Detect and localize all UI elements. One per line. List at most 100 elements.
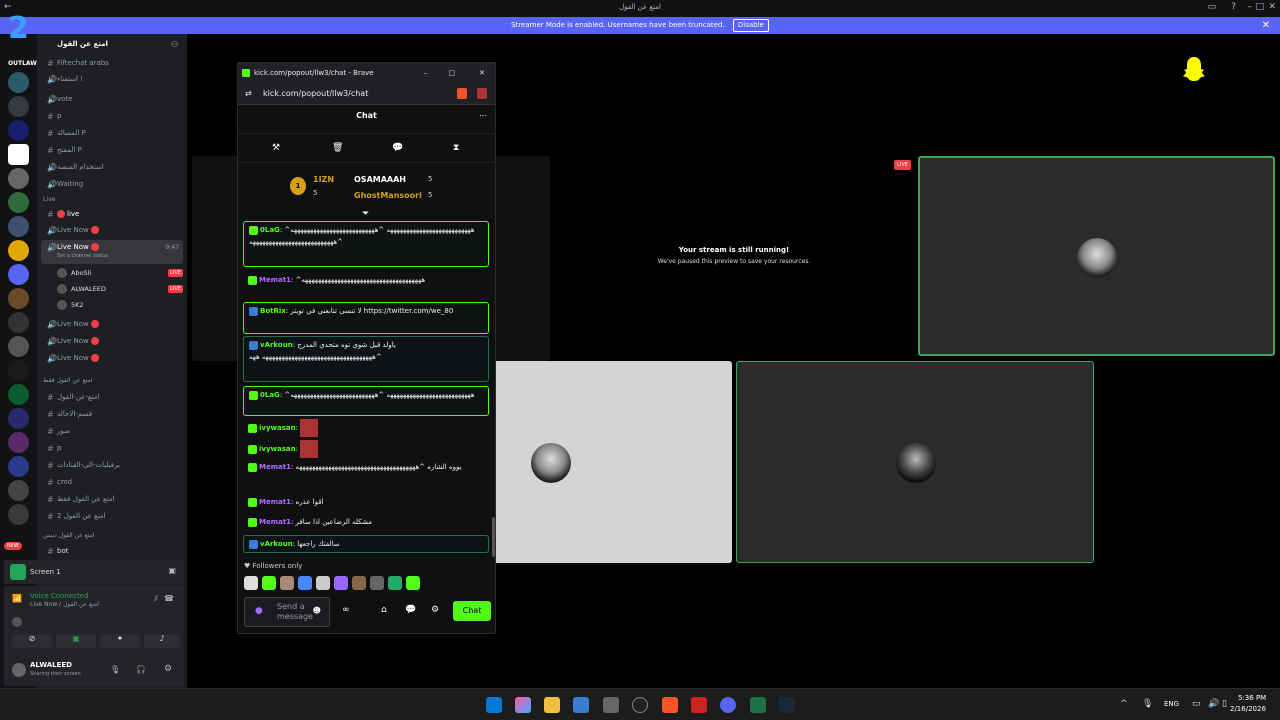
leader-name[interactable]: 1IZN	[313, 175, 334, 184]
leader-name[interactable]: OSAMAAAH	[354, 175, 406, 184]
server-icon[interactable]	[8, 120, 29, 141]
channel-item[interactable]: 🔊 استفتاء !	[41, 72, 183, 87]
brave-rewards-icon[interactable]	[477, 88, 487, 99]
server-icon[interactable]	[8, 288, 29, 309]
emote[interactable]	[298, 576, 312, 590]
channel-bot[interactable]: # bot	[41, 544, 183, 559]
voice-user[interactable]: ALWALEED LIVE	[57, 281, 183, 297]
mod-hammer-icon[interactable]: ⚒	[272, 143, 280, 153]
chat-message[interactable]: Memat1: اقوا عذره	[243, 494, 489, 510]
server-icon[interactable]	[8, 168, 29, 189]
chat-username[interactable]: ivywasan	[259, 445, 296, 453]
settings-gear-icon[interactable]: ⚙	[431, 605, 439, 615]
emote[interactable]	[370, 576, 384, 590]
server-icon[interactable]	[8, 408, 29, 429]
chat-message[interactable]: Memat1: يووه الشاره ^ههههههههههههههههههه…	[243, 459, 489, 489]
emote[interactable]	[406, 576, 420, 590]
server-icon[interactable]	[8, 456, 29, 477]
start-icon[interactable]	[486, 697, 502, 713]
camera-button[interactable]: ⊘	[12, 634, 52, 648]
chat-username[interactable]: Memat1	[259, 518, 291, 526]
server-icon[interactable]	[8, 336, 29, 357]
live-category[interactable]: Live	[43, 196, 55, 203]
user-tile[interactable]	[736, 361, 1094, 563]
headphones-icon[interactable]: 🎧	[136, 665, 146, 674]
server-icon[interactable]	[8, 192, 29, 213]
mic-icon[interactable]: 🎙	[1142, 699, 1153, 709]
obs-icon[interactable]	[632, 697, 648, 713]
discord-icon[interactable]	[720, 697, 736, 713]
chat-bubble-icon[interactable]: 💬	[392, 143, 403, 153]
minimize-icon[interactable]: –	[424, 63, 428, 83]
chat-username[interactable]: Memat1	[259, 276, 291, 284]
channel-item[interactable]: # امتع عن القول 2	[41, 509, 183, 524]
clock-time[interactable]: 5:36 PM	[1238, 694, 1266, 702]
channel-item[interactable]: # المسالة P	[41, 126, 183, 141]
emote[interactable]	[352, 576, 366, 590]
server-icon[interactable]	[8, 312, 29, 333]
channel-live-text[interactable]: # live	[41, 207, 183, 222]
category[interactable]: امتع عن القول ديبس	[43, 532, 95, 539]
server-icon[interactable]	[8, 384, 29, 405]
display-icon[interactable]: ▭	[1192, 699, 1201, 709]
channel-item[interactable]: # صور	[41, 424, 183, 439]
chat-message[interactable]: Memat1: ^ههههههههههههههههههههههههههههههه…	[243, 272, 489, 288]
brave-icon[interactable]	[662, 697, 678, 713]
language-indicator[interactable]: ENG	[1164, 700, 1179, 708]
excel-icon[interactable]	[750, 697, 766, 713]
emote[interactable]	[300, 419, 319, 437]
timer-icon[interactable]: ⧗	[453, 143, 459, 153]
close-icon[interactable]: ✕	[479, 63, 485, 83]
chat-message[interactable]: ivywasan:	[243, 417, 489, 439]
category[interactable]: امتع عن القول فقط	[43, 377, 92, 384]
add-member-icon[interactable]: ⚇	[171, 40, 178, 49]
inbox-icon[interactable]: ▭	[1207, 2, 1216, 12]
channel-item[interactable]: # cmd	[41, 475, 183, 490]
channel-item[interactable]: # امتع عن القول فقط	[41, 492, 183, 507]
chat-message[interactable]: vArkoun: سالفتك راجعها	[243, 535, 489, 553]
brave-shields-icon[interactable]	[457, 88, 467, 99]
server-icon[interactable]	[8, 480, 29, 501]
activities-button[interactable]: ✦	[100, 634, 140, 648]
copilot-icon[interactable]	[515, 697, 531, 713]
channel-item[interactable]: # Fiftechat arabs	[41, 56, 183, 71]
chat-username[interactable]: Memat1	[259, 498, 291, 506]
server-icon[interactable]	[8, 264, 29, 285]
store-icon[interactable]	[573, 697, 589, 713]
screen-share-panel[interactable]: Screen 1 ▣	[4, 560, 184, 584]
emote[interactable]	[388, 576, 402, 590]
chat-send-button[interactable]: Chat	[453, 601, 491, 621]
chat-username[interactable]: vArkoun	[260, 540, 293, 548]
server-icon[interactable]	[8, 96, 29, 117]
server-name[interactable]: امتع عن القول	[57, 40, 108, 48]
emote[interactable]	[334, 576, 348, 590]
trash-icon[interactable]: 🗑	[332, 143, 343, 153]
channel-item[interactable]: # قسم-الاحالة	[41, 407, 183, 422]
channel-item[interactable]: 🔊 استخدام المنصة	[41, 160, 183, 175]
server-icon[interactable]	[8, 144, 29, 165]
help-icon[interactable]: ?	[1231, 2, 1236, 12]
server-icon[interactable]	[8, 432, 29, 453]
channel-item[interactable]: 🔊 Waiting	[41, 177, 183, 192]
chat-username[interactable]: vArkoun	[260, 341, 293, 349]
speaking-user-tile[interactable]	[918, 156, 1275, 356]
popout-icon[interactable]: ▣	[168, 566, 176, 575]
soundboard-button[interactable]: ♪	[144, 634, 180, 648]
screen-share-button[interactable]: ▣	[56, 634, 96, 648]
settings-gear-icon[interactable]: ⚙	[164, 664, 172, 674]
file-explorer-icon[interactable]	[544, 697, 560, 713]
banner-close-icon[interactable]: ✕	[1262, 17, 1270, 34]
store-icon[interactable]: ⌂	[381, 605, 387, 615]
app-icon[interactable]	[691, 697, 707, 713]
server-icon[interactable]	[8, 240, 29, 261]
maximize-icon[interactable]: □	[448, 63, 455, 83]
channel-live-now[interactable]: 🔊 Live Now	[41, 351, 183, 366]
calculator-icon[interactable]	[603, 697, 619, 713]
paused-stream-tile[interactable]: Your stream is still running! We've paus…	[553, 156, 915, 361]
mic-icon[interactable]: ●	[255, 606, 263, 616]
emoji-icon[interactable]: ☻	[313, 606, 321, 615]
voice-user[interactable]: AboSli LIVE	[57, 265, 183, 281]
channel-live-now-active[interactable]: 🔊 Live Now 9:47 Set a channel status	[41, 240, 183, 264]
emote[interactable]	[244, 576, 258, 590]
channel-live-now[interactable]: 🔊 Live Now	[41, 223, 183, 238]
